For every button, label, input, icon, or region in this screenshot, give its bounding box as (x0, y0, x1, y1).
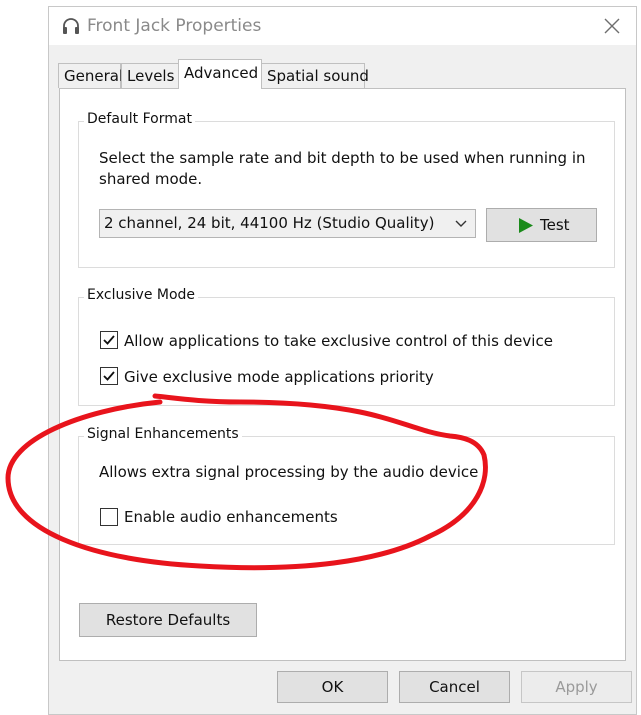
advanced-tab-panel: Default Format Select the sample rate an… (59, 88, 626, 661)
exclusive-priority-checkbox[interactable] (100, 367, 118, 385)
checkmark-icon (103, 335, 115, 345)
ok-button[interactable]: OK (277, 671, 388, 703)
cancel-button[interactable]: Cancel (399, 671, 510, 703)
exclusive-priority-label[interactable]: Give exclusive mode applications priorit… (124, 368, 434, 386)
restore-defaults-button[interactable]: Restore Defaults (79, 603, 257, 637)
apply-button[interactable]: Apply (521, 671, 632, 703)
properties-dialog: Front Jack Properties General Levels Adv… (48, 6, 637, 715)
signal-enhancements-group: Signal Enhancements Allows extra signal … (78, 426, 615, 545)
exclusive-mode-title: Exclusive Mode (84, 287, 199, 303)
default-format-group: Default Format Select the sample rate an… (78, 111, 615, 268)
enable-enhancements-label[interactable]: Enable audio enhancements (124, 508, 338, 526)
tab-spatial-sound[interactable]: Spatial sound (261, 63, 369, 88)
close-icon[interactable] (601, 15, 623, 37)
title-bar[interactable]: Front Jack Properties (49, 7, 636, 45)
tab-levels[interactable]: Levels (121, 63, 179, 88)
chevron-down-icon (455, 220, 467, 227)
default-format-description: Select the sample rate and bit depth to … (99, 149, 586, 188)
signal-enhancements-description: Allows extra signal processing by the au… (99, 463, 479, 481)
enable-enhancements-checkbox[interactable] (100, 508, 118, 526)
exclusive-mode-group: Exclusive Mode Allow applications to tak… (78, 287, 615, 406)
default-format-title: Default Format (84, 111, 195, 127)
tab-advanced[interactable]: Advanced (178, 59, 262, 89)
exclusive-control-checkbox[interactable] (100, 331, 118, 349)
checkmark-icon (103, 371, 115, 381)
signal-enhancements-title: Signal Enhancements (84, 426, 242, 442)
exclusive-control-label[interactable]: Allow applications to take exclusive con… (124, 332, 553, 350)
headphones-icon (63, 18, 79, 34)
format-dropdown-value: 2 channel, 24 bit, 44100 Hz (Studio Qual… (104, 214, 435, 232)
test-button-label: Test (540, 216, 570, 234)
window-title: Front Jack Properties (87, 16, 262, 36)
test-button[interactable]: Test (486, 208, 597, 242)
tab-general[interactable]: General (58, 63, 123, 88)
play-icon (519, 218, 533, 233)
format-dropdown[interactable]: 2 channel, 24 bit, 44100 Hz (Studio Qual… (99, 209, 476, 238)
